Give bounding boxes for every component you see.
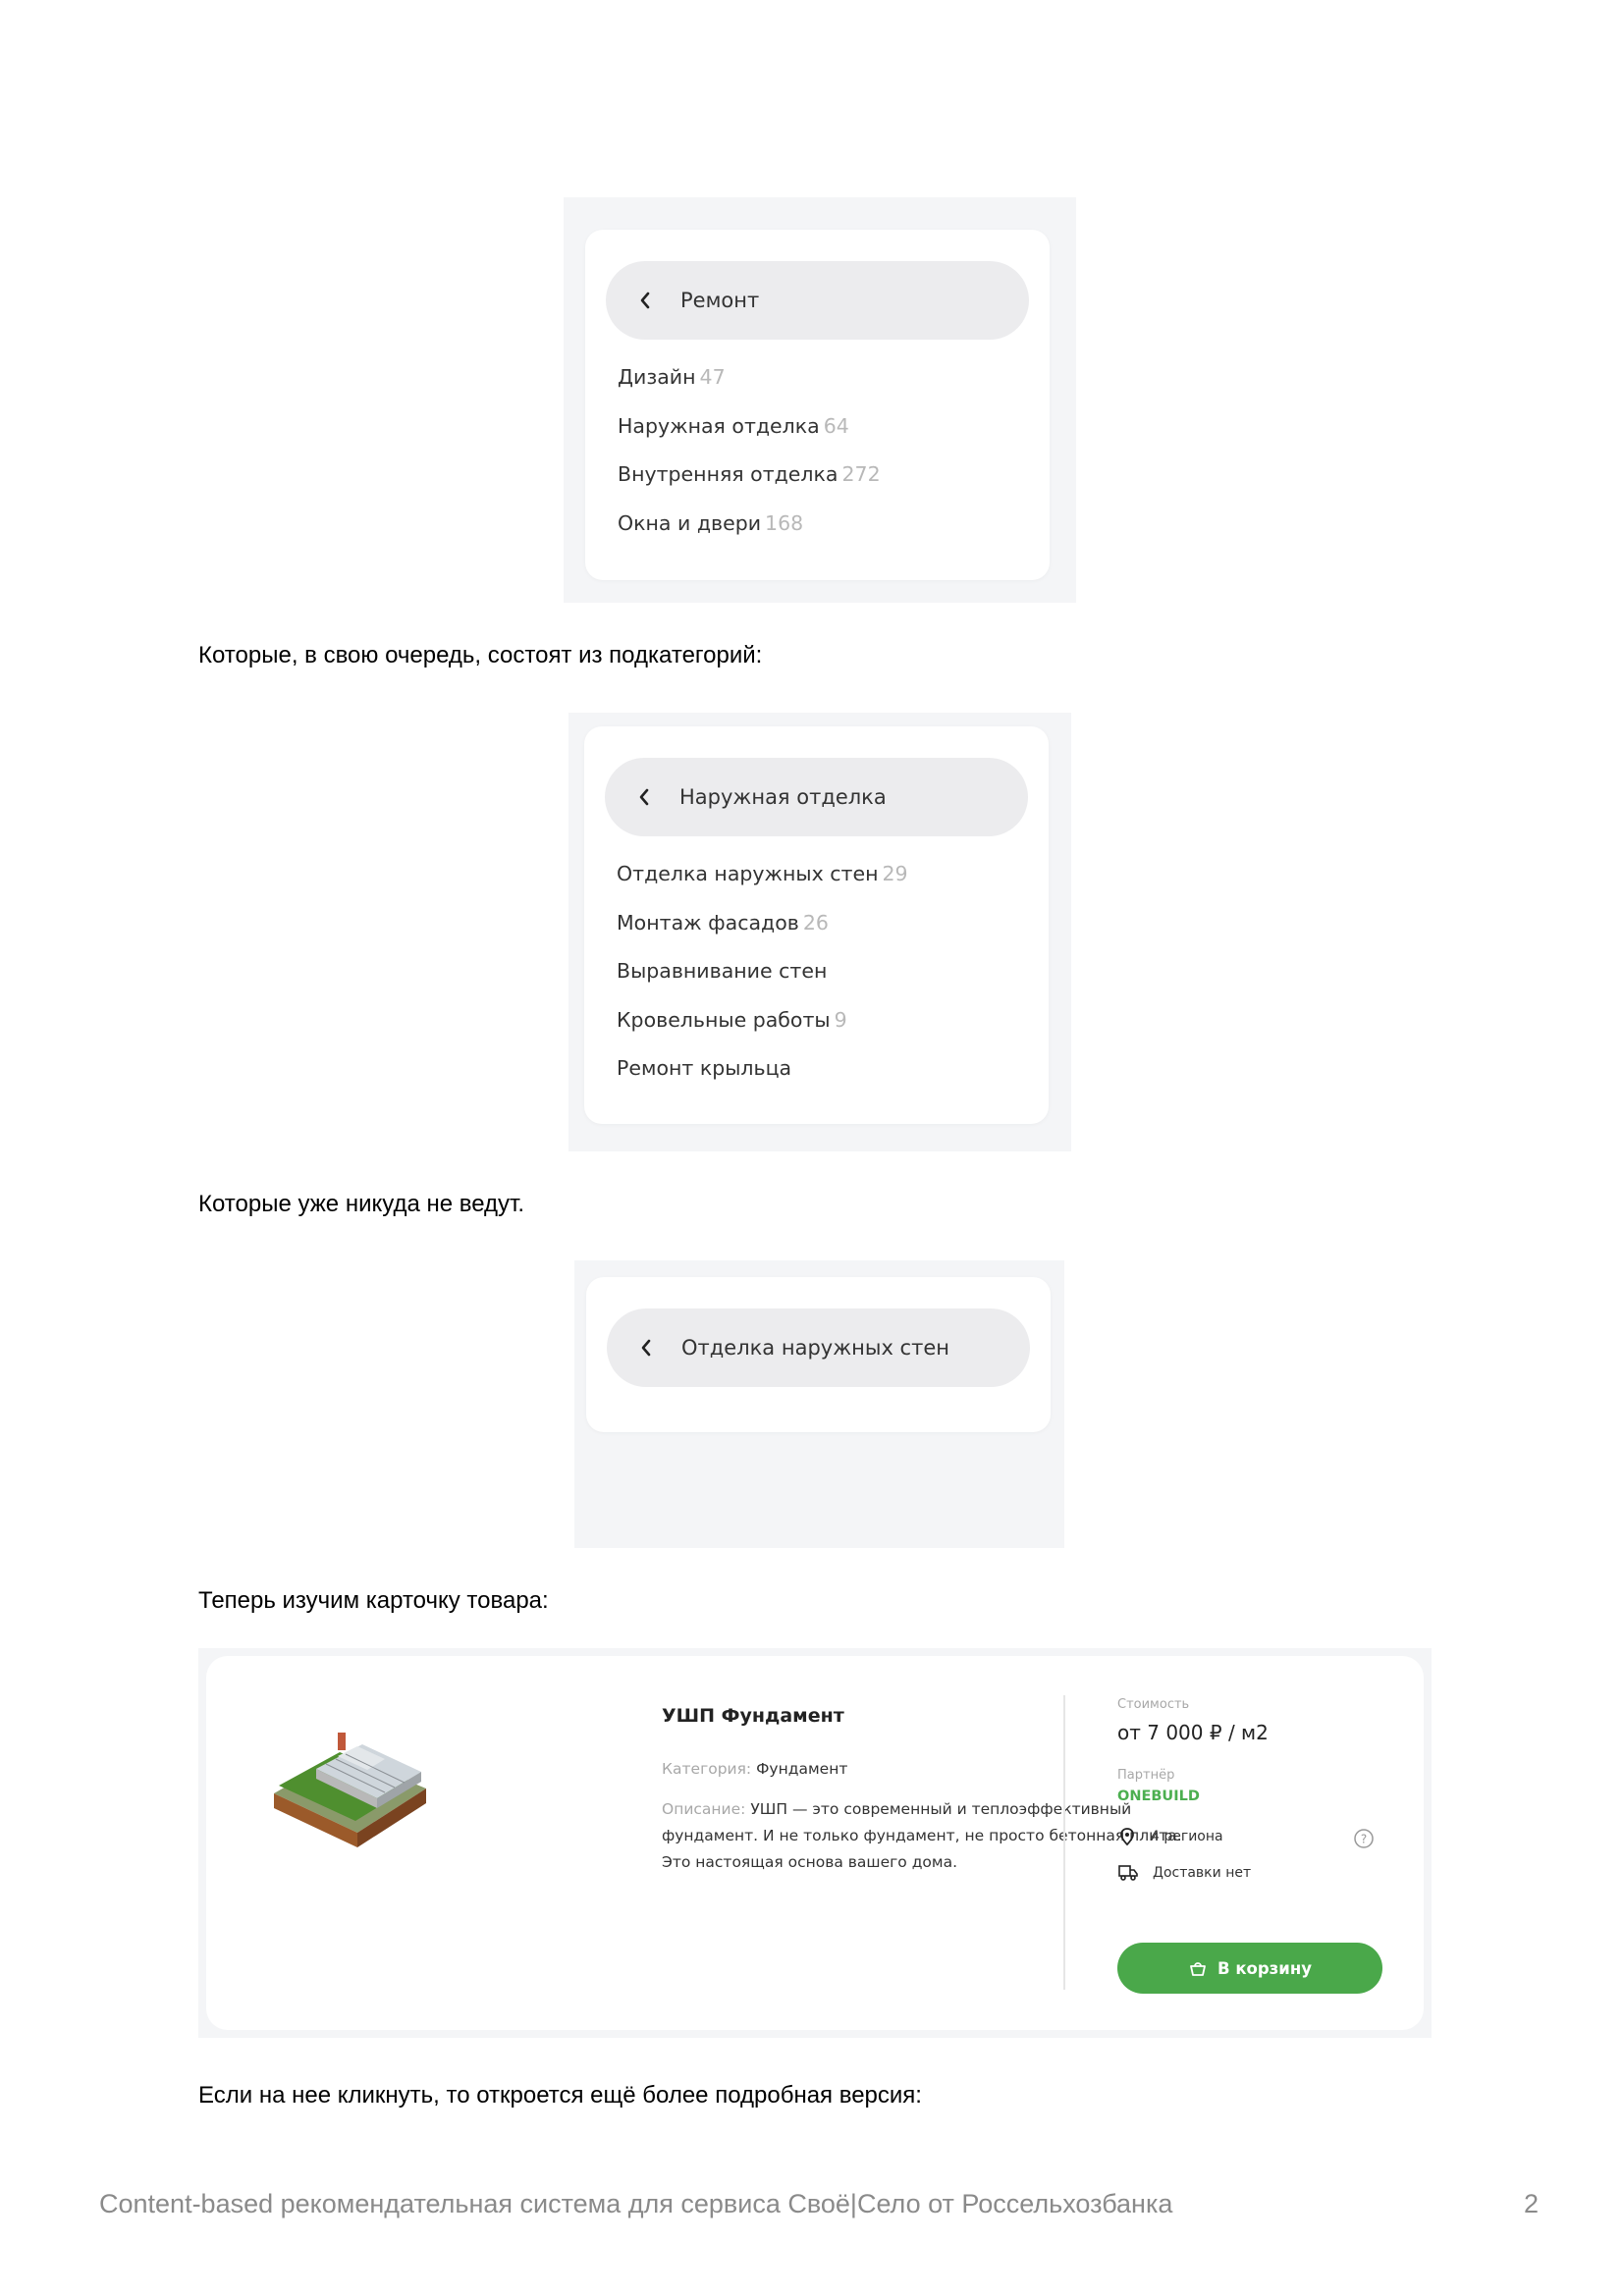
category-screenshot-3: Отделка наружных стен: [574, 1260, 1064, 1548]
subcategory-label: Ремонт крыльца: [617, 1056, 792, 1080]
category-panel: Наружная отделка Отделка наружных стен 29…: [584, 726, 1049, 1124]
help-icon[interactable]: ?: [1353, 1828, 1375, 1853]
description-line: Это настоящая основа вашего дома.: [662, 1853, 958, 1871]
subcategory-count: 168: [765, 510, 804, 535]
back-button[interactable]: Отделка наружных стен: [607, 1308, 1030, 1387]
delivery-row: Доставки нет: [1117, 1863, 1251, 1883]
subcategory-label: Выравнивание стен: [617, 959, 828, 983]
chevron-left-icon: [628, 1339, 664, 1357]
category-value: Фундамент: [756, 1760, 848, 1778]
category-panel: Ремонт Дизайн 47 Наружная отделка 64 Внутр…: [585, 230, 1050, 580]
category-title: Отделка наружных стен: [681, 1336, 949, 1360]
cart-button-label: В корзину: [1217, 1958, 1312, 1978]
subcategory-list: Отделка наружных стен 29 Монтаж фасадов 26…: [617, 862, 908, 1105]
svg-text:?: ?: [1361, 1833, 1367, 1846]
page-footer-text: Content-based рекомендательная система д…: [99, 2189, 1173, 2218]
paragraph: Которые уже никуда не ведут.: [198, 1191, 525, 1217]
regions-text: 4 региона: [1151, 1829, 1223, 1844]
subcategory-label: Наружная отделка: [618, 413, 820, 438]
subcategory-label: Окна и двери: [618, 510, 762, 535]
subcategory-item[interactable]: Внутренняя отделка 272: [618, 462, 881, 511]
delivery-text: Доставки нет: [1153, 1865, 1252, 1881]
paragraph: Если на нее кликнуть, то откроется ещё б…: [198, 2082, 922, 2109]
category-panel: Отделка наружных стен: [586, 1277, 1051, 1432]
back-button[interactable]: Наружная отделка: [605, 758, 1028, 836]
product-title[interactable]: УШП Фундамент: [662, 1705, 844, 1727]
partner-label: Партнёр: [1117, 1768, 1175, 1783]
partner-name[interactable]: ONEBUILD: [1117, 1789, 1200, 1804]
subcategory-item[interactable]: Окна и двери 168: [618, 511, 881, 561]
product-price: от 7 000 ₽ / м2: [1117, 1721, 1269, 1744]
description-label: Описание:: [662, 1800, 746, 1818]
paragraph: Которые, в свою очередь, состоят из подк…: [198, 642, 763, 668]
subcategory-item[interactable]: Ремонт крыльца: [617, 1056, 908, 1105]
price-label: Стоимость: [1117, 1697, 1190, 1712]
subcategory-item[interactable]: Кровельные работы 9: [617, 1008, 908, 1057]
chevron-left-icon: [626, 788, 662, 806]
subcategory-item[interactable]: Дизайн 47: [618, 365, 881, 414]
subcategory-label: Кровельные работы: [617, 1007, 831, 1032]
location-pin-icon: [1120, 1828, 1134, 1846]
subcategory-item[interactable]: Выравнивание стен: [617, 959, 908, 1008]
category-screenshot-1: Ремонт Дизайн 47 Наружная отделка 64 Внутр…: [564, 197, 1076, 603]
chevron-left-icon: [627, 292, 663, 309]
regions-row: 4 региона: [1117, 1827, 1223, 1846]
basket-icon: [1190, 1962, 1206, 1976]
subcategory-count: 9: [834, 1007, 847, 1032]
product-description: Описание: УШП — это современный и теплоэ…: [662, 1796, 1182, 1876]
subcategory-list: Дизайн 47 Наружная отделка 64 Внутренняя о…: [618, 365, 881, 560]
product-category: Категория: Фундамент: [662, 1756, 847, 1783]
subcategory-count: 272: [841, 462, 881, 486]
category-screenshot-2: Наружная отделка Отделка наружных стен 29…: [568, 713, 1071, 1151]
subcategory-label: Дизайн: [618, 365, 696, 389]
subcategory-label: Внутренняя отделка: [618, 462, 839, 486]
product-card-screenshot: УШП Фундамент Категория: Фундамент Описа…: [198, 1648, 1432, 2038]
page-number: 2: [1524, 2189, 1540, 2218]
subcategory-count: 64: [823, 413, 849, 438]
back-button[interactable]: Ремонт: [606, 261, 1029, 340]
paragraph: Теперь изучим карточку товара:: [198, 1587, 549, 1614]
add-to-cart-button[interactable]: В корзину: [1117, 1943, 1382, 1994]
subcategory-count: 47: [699, 365, 726, 389]
subcategory-label: Монтаж фасадов: [617, 910, 799, 934]
subcategory-count: 29: [882, 862, 908, 885]
subcategory-item[interactable]: Монтаж фасадов 26: [617, 911, 908, 960]
vertical-divider: [1063, 1695, 1065, 1990]
description-line: УШП — это современный и теплоэффективный: [750, 1800, 1132, 1818]
product-card[interactable]: УШП Фундамент Категория: Фундамент Описа…: [206, 1656, 1424, 2030]
subcategory-item[interactable]: Наружная отделка 64: [618, 414, 881, 463]
delivery-icon: [1118, 1865, 1138, 1881]
category-title: Наружная отделка: [679, 785, 887, 809]
description-line: фундамент. И не только фундамент, не про…: [662, 1827, 1182, 1844]
subcategory-label: Отделка наружных стен: [617, 862, 879, 885]
subcategory-item[interactable]: Отделка наружных стен 29: [617, 862, 908, 911]
subcategory-count: 26: [802, 910, 829, 934]
category-label: Категория:: [662, 1760, 752, 1778]
category-title: Ремонт: [680, 289, 760, 312]
product-image: [269, 1715, 436, 1847]
